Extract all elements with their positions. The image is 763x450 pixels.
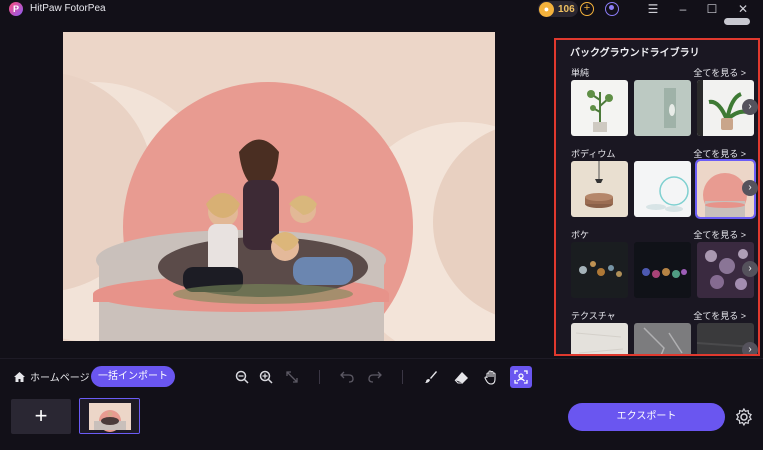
toolbar-separator (319, 370, 320, 384)
fit-screen-icon[interactable] (281, 366, 303, 388)
next-arrow-icon[interactable]: › (742, 342, 758, 354)
see-all-link[interactable]: 全てを見る > (693, 66, 746, 79)
user-account-icon[interactable] (605, 2, 619, 16)
background-thumbnail[interactable] (634, 80, 691, 136)
compare-view-icon[interactable] (510, 366, 532, 388)
section-bokeh: ボケ 全てを見る > › (556, 228, 758, 304)
hand-pan-icon[interactable] (480, 366, 502, 388)
minimize-button[interactable]: – (670, 0, 696, 18)
background-thumbnail[interactable] (634, 323, 691, 354)
section-podium: ボディウム 全てを見る > › (556, 147, 758, 223)
section-texture: テクスチャ 全てを見る > › (556, 309, 758, 354)
background-thumbnail[interactable] (634, 161, 691, 217)
export-button[interactable]: エクスポート (568, 403, 725, 431)
redo-icon[interactable] (364, 366, 386, 388)
see-all-link[interactable]: 全てを見る > (693, 228, 746, 241)
panel-title: バックグラウンドライブラリ (570, 48, 700, 59)
eraser-icon[interactable] (450, 366, 472, 388)
title-bar: P HitPaw FotorPea ● 106 + ☰ – ☐ ✕ (0, 0, 763, 18)
menu-button[interactable]: ☰ (640, 0, 666, 18)
next-arrow-icon[interactable]: › (742, 180, 758, 196)
next-arrow-icon[interactable]: › (742, 99, 758, 115)
zoom-in-icon[interactable] (255, 366, 277, 388)
app-window: P HitPaw FotorPea ● 106 + ☰ – ☐ ✕ バックグラウ… (0, 0, 763, 450)
divider (0, 358, 763, 359)
maximize-button[interactable]: ☐ (699, 0, 725, 18)
background-thumbnail[interactable] (571, 80, 628, 136)
photo-image (63, 32, 495, 341)
image-thumbnail[interactable] (79, 398, 140, 434)
section-name: ボディウム (571, 149, 616, 159)
background-thumbnail[interactable] (571, 323, 628, 354)
add-image-button[interactable]: + (11, 399, 71, 434)
coin-balance[interactable]: ● 106 (538, 1, 578, 17)
section-name: テクスチャ (571, 311, 616, 321)
brush-icon[interactable] (420, 366, 442, 388)
background-thumbnail[interactable] (571, 161, 628, 217)
section-name: ボケ (571, 230, 590, 240)
zoom-out-icon[interactable] (231, 366, 253, 388)
coin-count: 106 (558, 3, 575, 15)
see-all-link[interactable]: 全てを見る > (693, 147, 746, 160)
add-coins-button[interactable]: + (580, 2, 594, 16)
batch-import-button[interactable]: 一括インポート (91, 366, 175, 387)
background-thumbnail[interactable] (634, 242, 691, 298)
undo-icon[interactable] (336, 366, 358, 388)
app-logo-icon: P (9, 2, 23, 16)
next-arrow-icon[interactable]: › (742, 261, 758, 277)
settings-gear-icon[interactable] (735, 407, 753, 427)
background-library-panel: バックグラウンドライブラリ 単純 全てを見る > › ボディウム 全てを見る > (554, 38, 760, 356)
see-all-link[interactable]: 全てを見る > (693, 309, 746, 322)
canvas-workspace (0, 18, 552, 358)
home-icon (14, 371, 25, 382)
toolbar-separator (402, 370, 403, 384)
home-page-link[interactable]: ホームページ (14, 369, 90, 384)
panel-toggle-handle[interactable] (724, 18, 750, 25)
section-name: 単純 (571, 68, 590, 78)
coin-icon: ● (539, 1, 554, 17)
edited-photo[interactable] (63, 32, 495, 341)
section-simple: 単純 全てを見る > › (556, 66, 758, 142)
background-thumbnail[interactable] (571, 242, 628, 298)
app-title: HitPaw FotorPea (30, 3, 106, 14)
close-button[interactable]: ✕ (730, 0, 756, 18)
home-label: ホームページ (30, 373, 90, 384)
